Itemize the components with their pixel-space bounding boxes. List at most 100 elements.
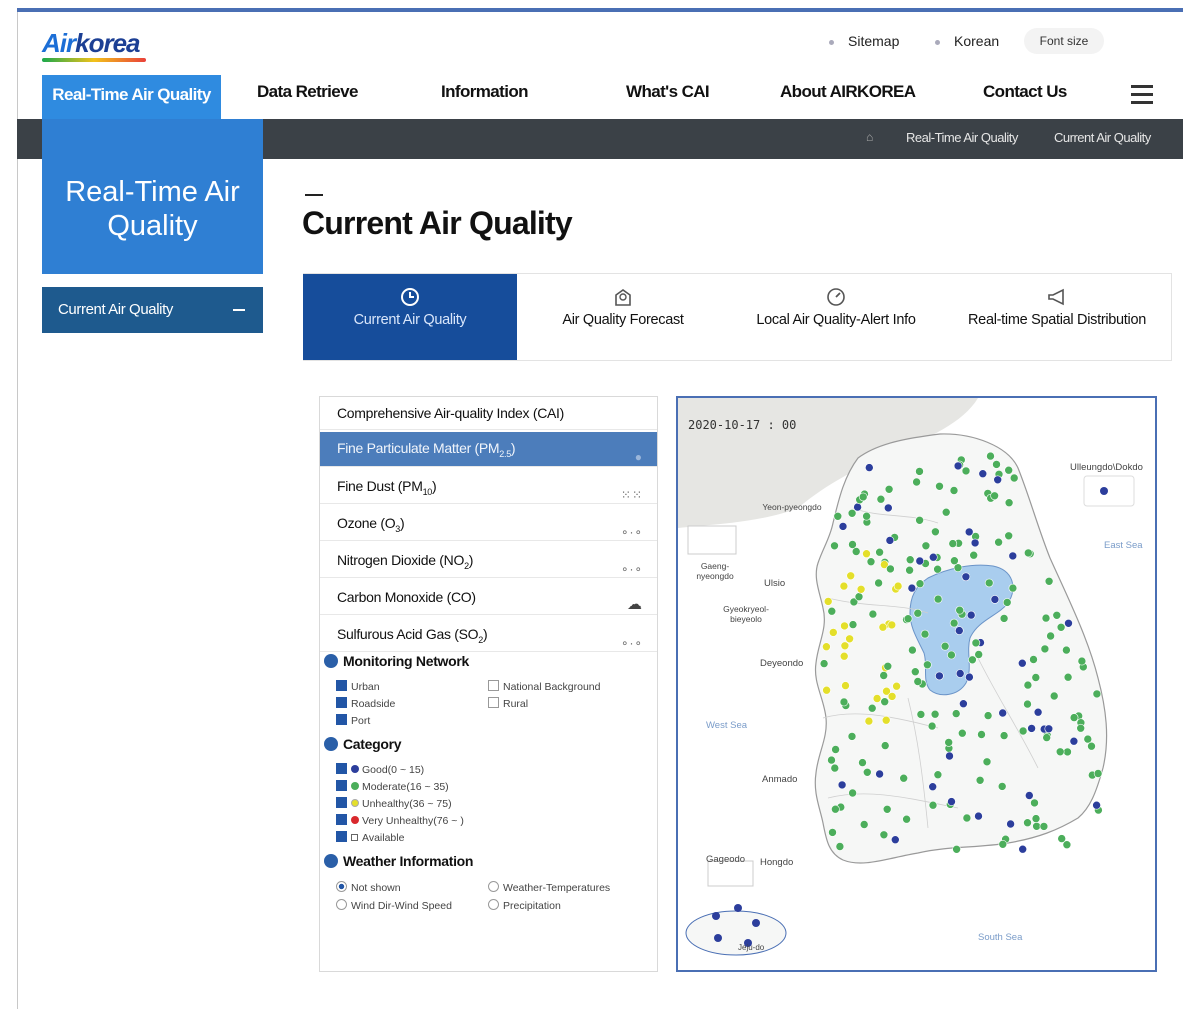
nav-information[interactable]: Information <box>441 82 529 102</box>
station-marker[interactable] <box>1056 623 1066 632</box>
station-marker[interactable] <box>968 655 977 665</box>
station-marker[interactable] <box>975 775 985 785</box>
station-marker[interactable] <box>867 703 877 713</box>
station-marker[interactable] <box>965 672 974 682</box>
station-marker[interactable] <box>1018 844 1028 854</box>
station-marker[interactable] <box>848 620 858 629</box>
pollutant-co[interactable]: Carbon Monoxide (CO) ☁ <box>320 579 657 615</box>
station-marker[interactable] <box>884 503 893 513</box>
station-marker[interactable] <box>951 709 961 718</box>
station-marker[interactable] <box>881 715 891 725</box>
station-marker[interactable] <box>1008 551 1018 561</box>
checkbox-checked[interactable] <box>336 780 347 791</box>
home-icon[interactable]: ⌂ <box>866 130 873 144</box>
checkbox-checked[interactable] <box>336 763 347 774</box>
station-marker[interactable] <box>1057 834 1067 843</box>
station-marker[interactable] <box>933 594 943 604</box>
station-marker[interactable] <box>911 667 920 677</box>
station-marker[interactable] <box>1049 691 1059 701</box>
station-marker[interactable] <box>964 527 974 537</box>
station-marker[interactable] <box>1040 644 1050 654</box>
tab-local-alert-info[interactable]: Local Air Quality-Alert Info <box>729 274 943 360</box>
station-marker[interactable] <box>978 469 988 478</box>
station-marker[interactable] <box>712 912 720 920</box>
font-size-button[interactable]: Font size <box>1024 28 1104 54</box>
station-marker[interactable] <box>1023 680 1033 690</box>
station-marker[interactable] <box>992 460 1001 469</box>
station-marker[interactable] <box>1062 645 1071 655</box>
nav-contact-us[interactable]: Contact Us <box>983 82 1067 102</box>
station-marker[interactable] <box>993 475 1003 485</box>
checkbox-unchecked[interactable] <box>488 697 499 708</box>
pollutant-ozone[interactable]: Ozone (O3) ∘·∘ <box>320 505 657 541</box>
station-marker[interactable] <box>1076 723 1086 733</box>
radio-unselected[interactable] <box>488 899 499 910</box>
checkbox-very-unhealthy[interactable]: Very Unhealthy(76 ~ ) <box>336 814 464 827</box>
station-marker[interactable] <box>927 721 937 731</box>
station-marker[interactable] <box>878 622 888 632</box>
checkbox-unhealthy[interactable]: Unhealthy(36 ~ 75) <box>336 797 452 810</box>
station-marker[interactable] <box>998 708 1008 718</box>
station-marker[interactable] <box>1004 465 1014 475</box>
tab-air-quality-forecast[interactable]: Air Quality Forecast <box>517 274 729 360</box>
station-marker[interactable] <box>1042 733 1052 742</box>
station-marker[interactable] <box>1046 631 1055 641</box>
station-marker[interactable] <box>1023 699 1032 709</box>
station-marker[interactable] <box>929 552 938 562</box>
station-marker[interactable] <box>862 511 871 521</box>
station-marker[interactable] <box>846 571 855 581</box>
radio-selected[interactable] <box>336 881 347 892</box>
breadcrumb-item-real-time[interactable]: Real-Time Air Quality <box>906 130 1018 145</box>
checkbox-checked[interactable] <box>336 814 347 825</box>
station-marker[interactable] <box>858 758 867 767</box>
station-marker[interactable] <box>1055 747 1065 757</box>
station-marker[interactable] <box>999 731 1009 740</box>
radio-unselected[interactable] <box>488 881 499 892</box>
station-marker[interactable] <box>839 697 849 707</box>
station-marker[interactable] <box>899 773 908 783</box>
station-marker[interactable] <box>915 556 925 566</box>
station-marker[interactable] <box>986 451 995 461</box>
nav-real-time-air-quality[interactable]: Real-Time Air Quality <box>42 75 221 119</box>
station-marker[interactable] <box>959 699 968 709</box>
radio-temperatures[interactable]: Weather-Temperatures <box>488 881 610 894</box>
station-marker[interactable] <box>949 618 959 628</box>
station-marker[interactable] <box>990 491 999 501</box>
menu-icon[interactable] <box>1131 85 1153 109</box>
station-marker[interactable] <box>977 730 986 739</box>
station-marker[interactable] <box>822 685 831 695</box>
station-marker[interactable] <box>944 738 954 747</box>
station-marker[interactable] <box>880 741 890 750</box>
tab-spatial-distribution[interactable]: Real-time Spatial Distribution <box>943 274 1171 360</box>
station-marker[interactable] <box>847 509 857 518</box>
station-marker[interactable] <box>1032 821 1041 831</box>
station-marker[interactable] <box>920 629 930 639</box>
pollutant-no2[interactable]: Nitrogen Dioxide (NO2) ∘·∘ <box>320 542 657 578</box>
checkbox-available[interactable]: Available <box>336 831 404 844</box>
station-marker[interactable] <box>961 572 971 582</box>
station-marker[interactable] <box>864 716 874 726</box>
station-marker[interactable] <box>1004 498 1014 507</box>
station-marker[interactable] <box>1063 747 1072 757</box>
station-marker[interactable] <box>948 539 958 548</box>
station-marker[interactable] <box>863 767 872 777</box>
station-marker[interactable] <box>905 555 915 564</box>
station-marker[interactable] <box>839 581 849 591</box>
pollutant-cai[interactable]: Comprehensive Air-quality Index (CAI) <box>320 397 657 430</box>
station-marker[interactable] <box>885 536 895 545</box>
station-marker[interactable] <box>831 804 840 814</box>
checkbox-checked[interactable] <box>336 714 347 725</box>
station-marker[interactable] <box>848 788 857 798</box>
station-marker[interactable] <box>1031 814 1041 823</box>
station-marker[interactable] <box>916 710 926 719</box>
station-marker[interactable] <box>1077 656 1087 666</box>
station-marker[interactable] <box>969 550 979 560</box>
checkbox-port[interactable]: Port <box>336 714 370 727</box>
station-marker[interactable] <box>827 755 836 765</box>
station-marker[interactable] <box>915 579 925 588</box>
station-marker[interactable] <box>892 681 901 691</box>
station-marker[interactable] <box>875 769 884 779</box>
station-marker[interactable] <box>1052 611 1062 620</box>
pollutant-pm10[interactable]: Fine Dust (PM10) ⁙⁙ <box>320 468 657 504</box>
station-marker[interactable] <box>858 492 868 502</box>
